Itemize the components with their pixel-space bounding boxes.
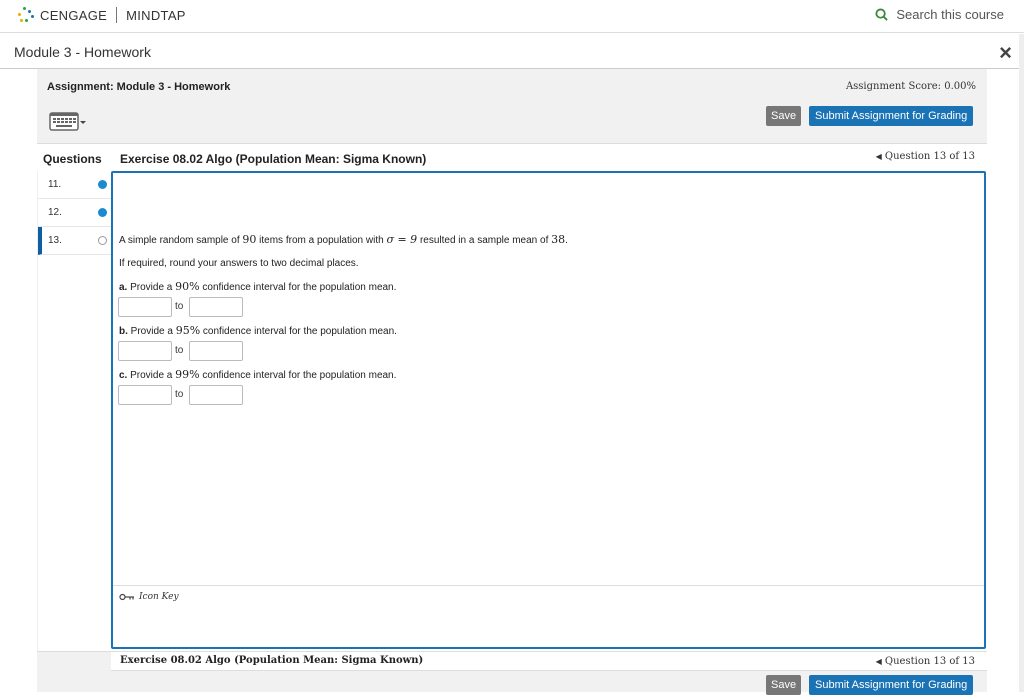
assignment-header: Assignment: Module 3 - Homework Assignme… — [37, 69, 987, 143]
search-label: Search this course — [896, 7, 1004, 22]
question-content: A simple random sample of 90 items from … — [111, 171, 986, 649]
part-b-lower-input[interactable] — [118, 341, 172, 361]
part-text: Provide a — [130, 326, 176, 337]
part-text: confidence interval for the population m… — [200, 326, 397, 337]
footer-submit-button[interactable]: Submit Assignment for Grading — [809, 675, 974, 695]
content-divider — [113, 585, 984, 586]
part-a-label: a. Provide a 90% confidence interval for… — [119, 280, 396, 293]
brand-name: CENGAGE — [40, 7, 108, 23]
sample-mean: 38 — [551, 233, 566, 246]
footer-bar: Save Submit Assignment for Grading — [37, 671, 987, 695]
question-list: 11. 12. 13. — [37, 171, 113, 651]
exercise-title: Exercise 08.02 Algo (Population Mean: Si… — [120, 152, 427, 166]
unanswered-dot-icon — [98, 236, 107, 245]
icon-key-label: Icon Key — [139, 592, 179, 602]
cengage-logo[interactable]: CENGAGE MINDTAP — [16, 6, 186, 24]
to-label: to — [175, 389, 184, 400]
right-scroll-edge — [1019, 34, 1024, 692]
question-text-part: items from a population with — [256, 235, 387, 246]
part-text: confidence interval for the population m… — [199, 282, 397, 293]
module-title: Module 3 - Homework — [14, 44, 151, 60]
part-a-lower-input[interactable] — [118, 297, 172, 317]
module-bar: Module 3 - Homework × — [0, 34, 1024, 69]
footer-exercise-row: Exercise 08.02 Algo (Population Mean: Si… — [37, 651, 987, 671]
question-position[interactable]: ◀ Question 13 of 13 — [876, 151, 975, 162]
to-label: to — [175, 301, 184, 312]
submit-assignment-button[interactable]: Submit Assignment for Grading — [809, 106, 974, 126]
answered-dot-icon — [98, 208, 107, 217]
part-letter: b. — [119, 326, 128, 337]
footer-left-panel — [37, 652, 111, 671]
question-text-part: resulted in a sample mean of — [417, 235, 552, 246]
caret-left-icon: ◀ — [875, 152, 882, 161]
question-item-13[interactable]: 13. — [38, 227, 113, 255]
answered-dot-icon — [98, 180, 107, 189]
top-bar: CENGAGE MINDTAP Search this course — [0, 0, 1024, 33]
round-note: If required, round your answers to two d… — [119, 258, 359, 269]
question-position-label: Question 13 of 13 — [884, 151, 975, 162]
question-item-11[interactable]: 11. — [38, 171, 113, 199]
footer-exercise-title: Exercise 08.02 Algo (Population Mean: Si… — [120, 655, 424, 666]
to-label: to — [175, 345, 184, 356]
search-icon — [875, 8, 889, 21]
close-icon[interactable]: × — [999, 40, 1012, 66]
question-item-12[interactable]: 12. — [38, 199, 113, 227]
part-letter: c. — [119, 370, 128, 381]
assignment-score: Assignment Score: 0.00% — [845, 81, 976, 92]
part-letter: a. — [119, 282, 128, 293]
questions-label: Questions — [43, 152, 102, 166]
confidence-level: 95% — [175, 324, 201, 337]
icon-key[interactable]: Icon Key — [119, 592, 179, 602]
confidence-level: 90% — [175, 280, 200, 293]
question-number: 12. — [48, 207, 62, 218]
product-name: MINDTAP — [126, 7, 186, 23]
caret-left-icon: ◀ — [875, 657, 882, 666]
part-b-label: b. Provide a 95% confidence interval for… — [119, 324, 397, 337]
save-button[interactable]: Save — [766, 106, 802, 126]
question-text: A simple random sample of 90 items from … — [119, 233, 568, 248]
footer-position-label: Question 13 of 13 — [884, 656, 975, 667]
brand-separator — [116, 7, 118, 23]
part-text: confidence interval for the population m… — [199, 370, 397, 381]
key-icon — [119, 593, 134, 601]
part-text: Provide a — [130, 370, 176, 381]
cengage-mark-icon — [16, 6, 36, 24]
question-text-part: . — [565, 235, 568, 246]
question-header: Questions Exercise 08.02 Algo (Populatio… — [37, 143, 987, 171]
confidence-level: 99% — [175, 368, 200, 381]
keyboard-icon[interactable] — [49, 109, 87, 131]
footer-question-position[interactable]: ◀ Question 13 of 13 — [876, 656, 975, 667]
question-number: 13. — [48, 235, 62, 246]
sample-size: 90 — [242, 233, 257, 246]
question-text-part: A simple random sample of — [119, 235, 243, 246]
question-number: 11. — [48, 179, 62, 190]
part-c-upper-input[interactable] — [189, 385, 243, 405]
part-c-label: c. Provide a 99% confidence interval for… — [119, 368, 396, 381]
part-text: Provide a — [130, 282, 176, 293]
footer-save-button[interactable]: Save — [766, 675, 802, 695]
assignment-title: Assignment: Module 3 - Homework — [47, 81, 231, 93]
sigma-value: σ = 9 — [386, 233, 418, 246]
part-a-upper-input[interactable] — [189, 297, 243, 317]
part-c-lower-input[interactable] — [118, 385, 172, 405]
search-course[interactable]: Search this course — [875, 7, 1004, 22]
part-b-upper-input[interactable] — [189, 341, 243, 361]
